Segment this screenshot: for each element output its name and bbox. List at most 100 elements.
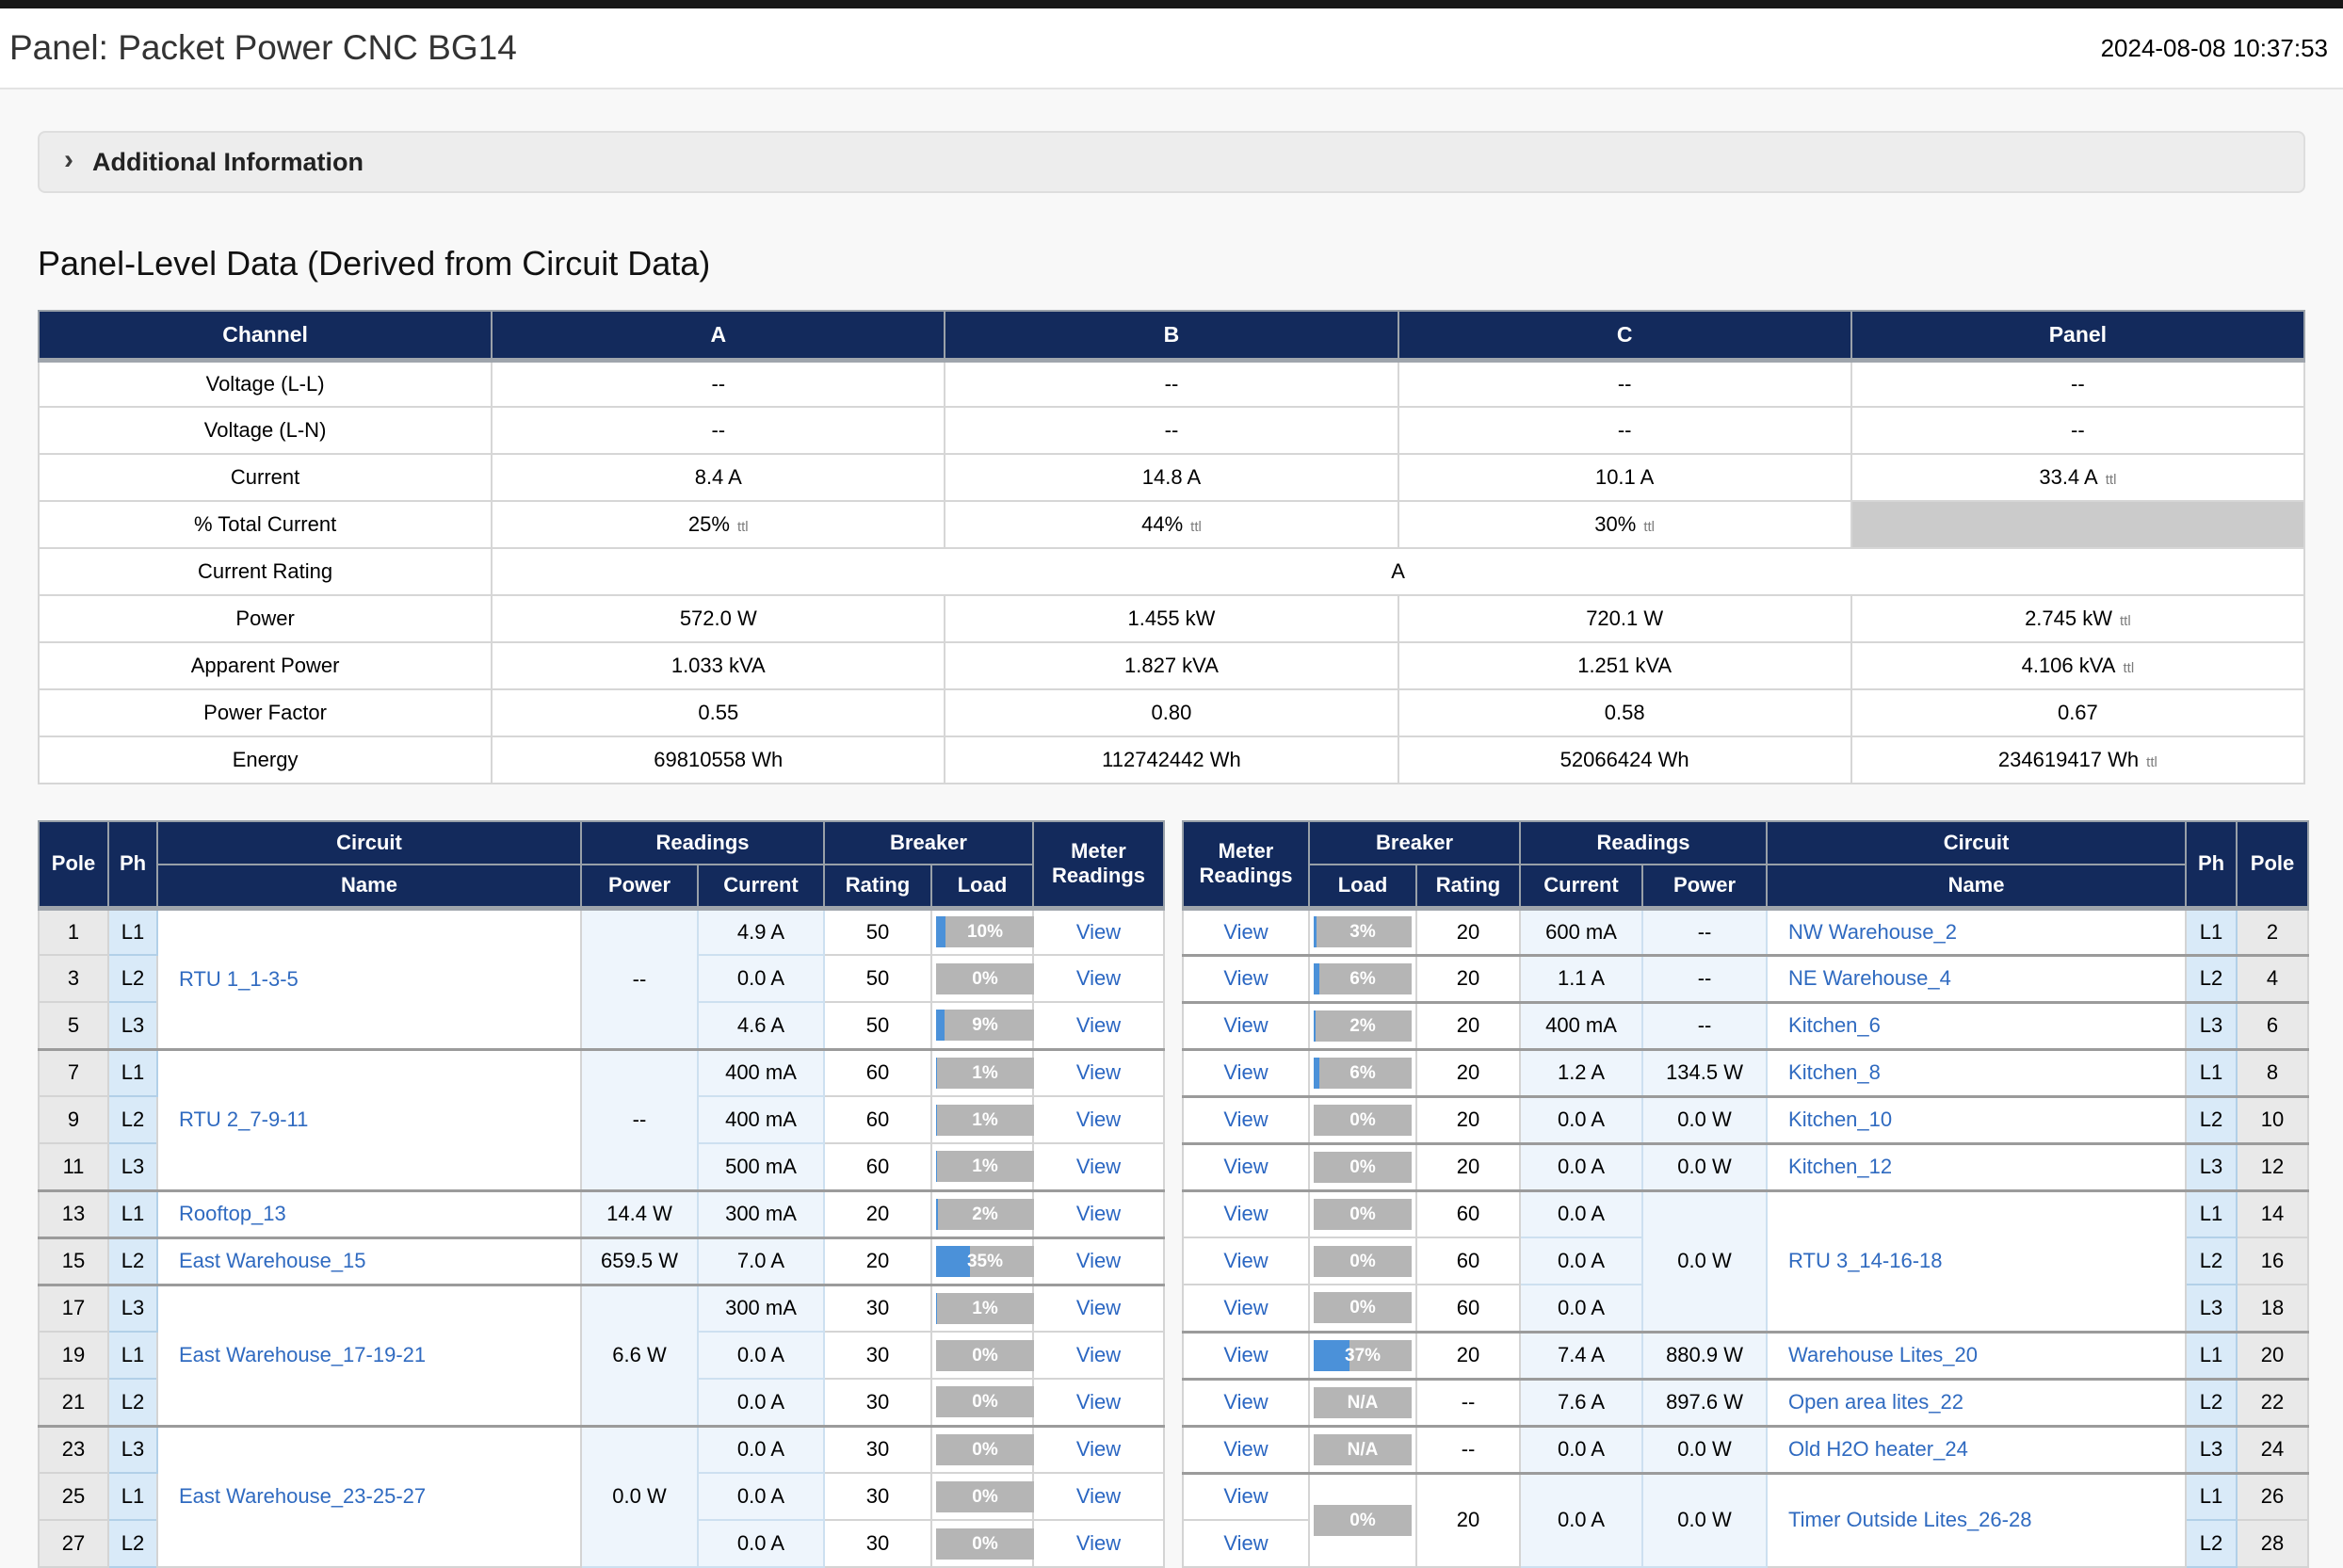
circuit-name-link[interactable]: Kitchen_12 <box>1788 1155 1892 1178</box>
circuit-name-link[interactable]: Kitchen_10 <box>1788 1107 1892 1131</box>
load-bar-label: 0% <box>936 1340 1034 1371</box>
circuit-name-link[interactable]: Old H2O heater_24 <box>1788 1437 1968 1461</box>
circuit-subheader-row: Name Power Current Rating Load <box>39 865 1164 908</box>
circuit-name-link[interactable]: East Warehouse_15 <box>179 1249 366 1272</box>
circuit-name-link[interactable]: East Warehouse_23-25-27 <box>179 1484 426 1508</box>
pole-cell: 1 <box>39 908 108 955</box>
circuit-name-link[interactable]: RTU 2_7-9-11 <box>179 1107 308 1131</box>
load-cell: 0% <box>1309 1285 1416 1332</box>
column-header-load: Load <box>1309 865 1416 908</box>
pole-cell: 23 <box>39 1426 108 1473</box>
current-cell: 0.0 A <box>698 1379 824 1426</box>
view-link[interactable]: View <box>1223 1390 1268 1414</box>
phase-cell: L1 <box>108 1473 157 1520</box>
column-header-rating: Rating <box>824 865 931 908</box>
panel-value-cell: 0.55 <box>492 689 945 736</box>
panel-value-cell: -- <box>1851 360 2304 407</box>
view-link[interactable]: View <box>1076 1013 1121 1037</box>
view-link[interactable]: View <box>1076 1155 1121 1178</box>
current-cell: 400 mA <box>698 1049 824 1096</box>
panel-row-label: Current Rating <box>39 548 492 595</box>
circuit-row: 1L1RTU 1_1-3-5--4.9 A5010%View <box>39 908 1164 955</box>
view-link[interactable]: View <box>1076 920 1121 944</box>
circuit-row: 7L1RTU 2_7-9-11--400 mA601%View <box>39 1049 1164 1096</box>
circuit-name-link[interactable]: Rooftop_13 <box>179 1202 286 1225</box>
current-cell: 400 mA <box>698 1096 824 1143</box>
power-cell: 6.6 W <box>581 1285 698 1426</box>
view-link[interactable]: View <box>1076 1202 1121 1225</box>
load-bar-label: 9% <box>936 1010 1034 1041</box>
view-link[interactable]: View <box>1223 1013 1268 1037</box>
rating-cell: -- <box>1416 1379 1520 1426</box>
pole-cell: 24 <box>2237 1426 2308 1473</box>
view-link[interactable]: View <box>1076 1296 1121 1319</box>
power-cell: -- <box>581 908 698 1049</box>
view-link[interactable]: View <box>1223 1060 1268 1084</box>
view-link[interactable]: View <box>1223 1484 1268 1508</box>
current-cell: 0.0 A <box>698 1426 824 1473</box>
panel-value-cell: 14.8 A <box>945 454 1398 501</box>
panel-value-cell: 25%ttl <box>492 501 945 548</box>
view-link[interactable]: View <box>1076 966 1121 990</box>
view-link[interactable]: View <box>1223 920 1268 944</box>
circuit-name-link[interactable]: Warehouse Lites_20 <box>1788 1343 1978 1366</box>
view-link[interactable]: View <box>1223 1343 1268 1366</box>
view-link[interactable]: View <box>1076 1107 1121 1131</box>
timestamp: 2024-08-08 10:37:53 <box>2101 34 2328 63</box>
load-cell: N/A <box>1309 1426 1416 1473</box>
phase-cell: L1 <box>2186 1332 2237 1379</box>
pole-cell: 26 <box>2237 1473 2308 1520</box>
circuit-row: View6%201.1 A--NE Warehouse_4L24 <box>1183 955 2308 1002</box>
load-cell: 1% <box>931 1143 1033 1190</box>
view-link[interactable]: View <box>1076 1343 1121 1366</box>
view-link[interactable]: View <box>1223 1107 1268 1131</box>
view-link[interactable]: View <box>1223 966 1268 990</box>
meter-readings-cell: View <box>1033 955 1164 1002</box>
view-link[interactable]: View <box>1076 1249 1121 1272</box>
circuit-name-link[interactable]: RTU 3_14-16-18 <box>1788 1249 1942 1272</box>
view-link[interactable]: View <box>1223 1202 1268 1225</box>
power-cell: 659.5 W <box>581 1237 698 1285</box>
view-link[interactable]: View <box>1223 1296 1268 1319</box>
pole-cell: 28 <box>2237 1520 2308 1567</box>
current-cell: 0.0 A <box>698 1520 824 1567</box>
rating-cell: 50 <box>824 908 931 955</box>
view-link[interactable]: View <box>1223 1437 1268 1461</box>
load-bar: 2% <box>936 1199 1034 1230</box>
circuit-name-link[interactable]: East Warehouse_17-19-21 <box>179 1343 426 1366</box>
load-bar: 0% <box>1314 1199 1412 1230</box>
view-link[interactable]: View <box>1076 1390 1121 1414</box>
phase-cell: L3 <box>2186 1002 2237 1049</box>
circuit-name-link[interactable]: Open area lites_22 <box>1788 1390 1963 1414</box>
ttl-indicator: ttl <box>737 519 749 535</box>
circuit-name-link[interactable]: RTU 1_1-3-5 <box>179 967 299 991</box>
view-link[interactable]: View <box>1076 1531 1121 1555</box>
circuit-name-link[interactable]: Timer Outside Lites_26-28 <box>1788 1508 2031 1531</box>
view-link[interactable]: View <box>1223 1531 1268 1555</box>
circuit-name-link[interactable]: NW Warehouse_2 <box>1788 920 1957 944</box>
power-cell: 0.0 W <box>1642 1473 1767 1567</box>
rating-cell: 50 <box>824 1002 931 1049</box>
circuit-name-link[interactable]: Kitchen_6 <box>1788 1013 1881 1037</box>
rating-cell: 20 <box>1416 1096 1520 1143</box>
view-link[interactable]: View <box>1076 1060 1121 1084</box>
current-cell: 600 mA <box>1520 908 1642 955</box>
load-bar: 6% <box>1314 963 1412 994</box>
panel-row-label: Apparent Power <box>39 642 492 689</box>
meter-readings-cell: View <box>1183 1190 1309 1237</box>
circuit-name-link[interactable]: Kitchen_8 <box>1788 1060 1881 1084</box>
panel-value-cell: -- <box>945 407 1398 454</box>
current-cell: 0.0 A <box>1520 1237 1642 1285</box>
circuit-row: View0%200.0 A0.0 WKitchen_10L210 <box>1183 1096 2308 1143</box>
circuit-name-link[interactable]: NE Warehouse_4 <box>1788 966 1951 990</box>
view-link[interactable]: View <box>1223 1249 1268 1272</box>
circuit-subheader-row: Load Rating Current Power Name <box>1183 865 2308 908</box>
additional-information-toggle[interactable]: › Additional Information <box>38 131 2305 193</box>
view-link[interactable]: View <box>1076 1437 1121 1461</box>
view-link[interactable]: View <box>1076 1484 1121 1508</box>
view-link[interactable]: View <box>1223 1155 1268 1178</box>
current-cell: 0.0 A <box>1520 1190 1642 1237</box>
load-bar-label: 3% <box>1314 916 1412 947</box>
pole-cell: 19 <box>39 1332 108 1379</box>
load-bar: 35% <box>936 1246 1034 1277</box>
